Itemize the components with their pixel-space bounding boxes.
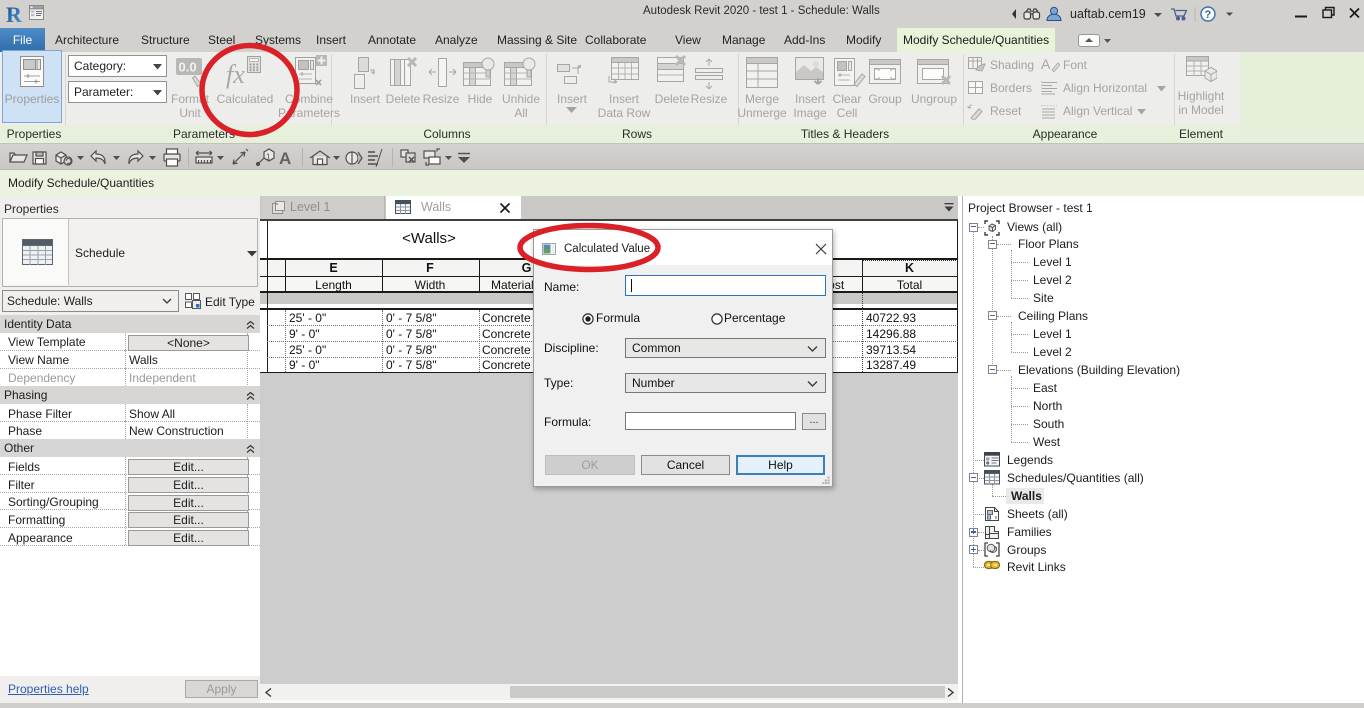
- svg-text:A: A: [279, 149, 291, 168]
- svg-text:A: A: [1041, 56, 1051, 72]
- svg-text:R: R: [6, 2, 23, 26]
- svg-text:1: 1: [266, 153, 271, 162]
- svg-text:0.0: 0.0: [179, 60, 197, 75]
- svg-text:uaftab.cem19: uaftab.cem19: [1070, 7, 1146, 21]
- svg-text:?: ?: [1205, 9, 1212, 21]
